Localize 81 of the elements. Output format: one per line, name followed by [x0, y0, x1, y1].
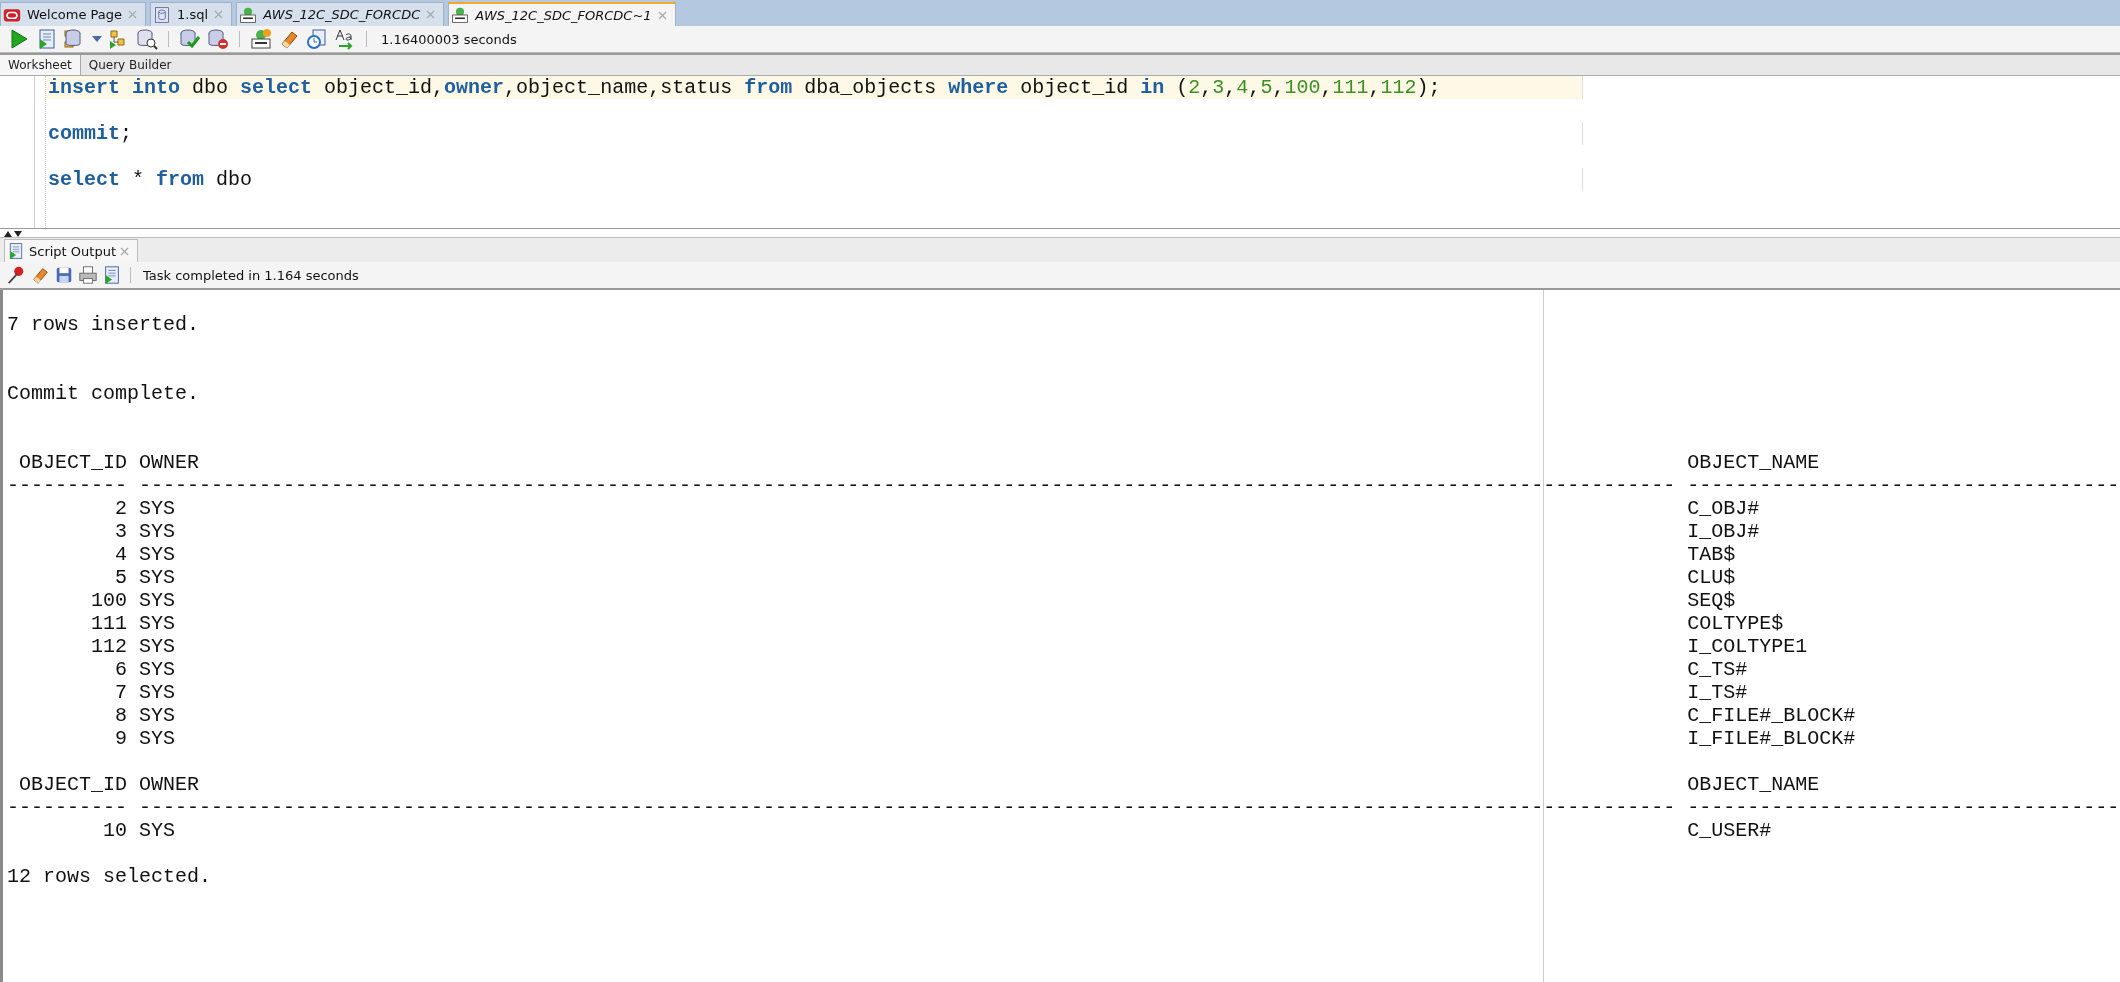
column-header: OWNER — [139, 773, 201, 796]
code-editor[interactable]: insert into dbo select object_id,owner,object_name,status from dba_objects where object_id in (2,3,4,5,100,111,112); commit; select * from dbo — [0, 76, 2120, 229]
table-cell-text: 100 — [90, 589, 127, 612]
output-message: Commit complete. — [7, 382, 200, 405]
table-cell-text: C_USER# — [1687, 819, 1773, 842]
code-line: select * from dbo — [46, 168, 1583, 191]
column-header: OBJECT_ID — [18, 773, 127, 796]
script-output-tab[interactable]: Script Output — [4, 239, 138, 262]
table-cell-text: SYS — [139, 658, 177, 681]
separator-dashes: -------------------------------------------------------------------------------------------------------------------------------- — [139, 796, 1676, 819]
document-tab[interactable]: AWS_12C_SDC_FORCDC — [236, 2, 445, 26]
table-cell-text: 6 — [114, 658, 127, 681]
table-cell-text: SYS — [139, 589, 177, 612]
output-message: 12 rows selected. — [7, 865, 212, 888]
table-cell-text: SYS — [139, 566, 177, 589]
table-cell-text: C_TS# — [1687, 658, 1749, 681]
column-header: OBJECT_ID — [18, 451, 127, 474]
table-cell-text: SYS — [139, 497, 177, 520]
table-cell-text: 5 — [114, 566, 127, 589]
table-cell-text: 112 — [90, 635, 127, 658]
table-cell-text: SEQ$ — [1687, 589, 1737, 612]
table-cell-text: SYS — [139, 819, 177, 842]
separator-dashes: ------------------------------------ — [1687, 796, 2120, 819]
table-cell-text: SYS — [139, 635, 177, 658]
separator-dashes: ---------- — [7, 474, 127, 497]
editor-tab[interactable]: Query Builder — [80, 55, 180, 75]
rollback-icon[interactable] — [207, 28, 229, 50]
run-icon[interactable] — [8, 28, 30, 50]
database-search-icon[interactable] — [136, 28, 158, 50]
table-cell-text: COLTYPE$ — [1687, 612, 1785, 635]
table-cell-text: 4 — [114, 543, 127, 566]
editor-tab[interactable]: Worksheet — [0, 55, 81, 75]
eraser-icon[interactable] — [30, 265, 50, 285]
table-cell-text: 2 — [114, 497, 127, 520]
save-icon[interactable] — [54, 265, 74, 285]
column-header: OWNER — [139, 451, 201, 474]
commit-icon[interactable] — [179, 28, 201, 50]
table-cell-text: C_OBJ# — [1687, 497, 1761, 520]
output-message: 7 rows inserted. — [7, 313, 200, 336]
run-script-icon[interactable] — [102, 265, 122, 285]
table-cell-text: SYS — [139, 681, 177, 704]
table-cell-text: I_COLTYPE1 — [1687, 635, 1809, 658]
print-icon[interactable] — [78, 265, 98, 285]
table-cell-text: 7 — [114, 681, 127, 704]
pin-icon[interactable] — [6, 265, 26, 285]
separator-dashes: -------------------------------------------------------------------------------------------------------------------------------- — [139, 474, 1676, 497]
table-cell-text: 9 — [114, 727, 127, 750]
caret-icon[interactable] — [92, 35, 102, 43]
table-cell-text: 111 — [90, 612, 127, 635]
sql-connection-icon[interactable] — [451, 6, 470, 24]
table-cell-text: I_TS# — [1687, 681, 1749, 704]
table-cell-text: CLU$ — [1687, 566, 1737, 589]
document-tab[interactable]: 1.sql — [150, 2, 233, 26]
table-cell-text: 10 — [102, 819, 127, 842]
table-cell-text: 3 — [114, 520, 127, 543]
execution-time: 1.16400003 seconds — [381, 31, 517, 47]
column-header: OBJECT_NAME — [1687, 773, 1821, 796]
splitter-arrows-icon[interactable] — [4, 229, 24, 237]
table-cell-text: SYS — [139, 612, 177, 635]
task-status: Task completed in 1.164 seconds — [143, 267, 359, 283]
separator-dashes: ------------------------------------ — [1687, 474, 2120, 497]
column-header: OBJECT_NAME — [1687, 451, 1821, 474]
sql-connection-icon[interactable] — [239, 5, 258, 24]
table-cell-text: SYS — [139, 704, 177, 727]
table-cell-text: C_FILE#_BLOCK# — [1687, 704, 1857, 727]
table-cell-text: I_OBJ# — [1687, 520, 1761, 543]
history-icon[interactable] — [306, 28, 328, 50]
run-script-icon[interactable] — [36, 28, 58, 50]
table-cell-text: SYS — [139, 543, 177, 566]
table-cell-text: I_FILE#_BLOCK# — [1687, 727, 1857, 750]
document-tab[interactable]: AWS_12C_SDC_FORCDC~1 — [448, 2, 676, 26]
document-tab[interactable]: Welcome Page — [0, 2, 147, 26]
sql-worksheet-icon[interactable] — [250, 28, 272, 50]
separator-dashes: ---------- — [7, 796, 127, 819]
table-cell-text: TAB$ — [1687, 543, 1737, 566]
script-output-icon[interactable] — [7, 242, 25, 260]
table-cell-text: SYS — [139, 520, 177, 543]
table-cell-text: 8 — [114, 704, 127, 727]
database-icon[interactable] — [153, 5, 172, 24]
code-line: commit; — [46, 122, 1583, 145]
table-cell-text: SYS — [139, 727, 177, 750]
